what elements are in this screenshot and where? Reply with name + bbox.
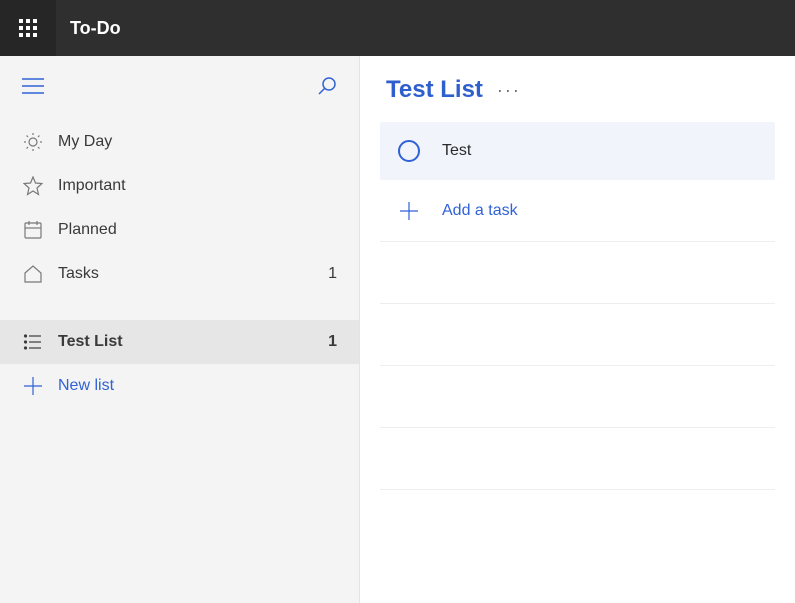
sidebar-top <box>0 56 359 120</box>
empty-row <box>380 242 775 304</box>
sidebar-item-my-day[interactable]: My Day <box>0 120 359 164</box>
empty-row <box>380 304 775 366</box>
app-body: My Day Important Planned <box>0 56 795 603</box>
main-content: Test List ··· Test Add a task <box>360 56 795 603</box>
sidebar-item-label: Planned <box>58 221 337 239</box>
calendar-icon <box>22 220 44 240</box>
sidebar-item-important[interactable]: Important <box>0 164 359 208</box>
app-header: To-Do <box>0 0 795 56</box>
sidebar-item-label: Important <box>58 177 337 195</box>
sidebar-item-planned[interactable]: Planned <box>0 208 359 252</box>
add-task-button[interactable]: Add a task <box>380 180 775 242</box>
task-title: Test <box>442 142 471 160</box>
sidebar-item-count: 1 <box>328 265 337 283</box>
plus-icon <box>398 202 420 220</box>
new-list-button[interactable]: New list <box>0 364 359 408</box>
hamburger-icon <box>22 78 44 94</box>
sidebar: My Day Important Planned <box>0 56 360 603</box>
task-complete-checkbox[interactable] <box>398 140 420 162</box>
add-task-label: Add a task <box>442 202 518 220</box>
star-icon <box>22 176 44 196</box>
sidebar-item-tasks[interactable]: Tasks 1 <box>0 252 359 296</box>
list-icon <box>22 332 44 352</box>
sidebar-item-label: My Day <box>58 133 337 151</box>
list-header: Test List ··· <box>380 76 775 122</box>
task-row[interactable]: Test <box>380 122 775 180</box>
plus-icon <box>22 377 44 395</box>
list-title[interactable]: Test List <box>386 76 483 104</box>
new-list-label: New list <box>58 377 114 395</box>
sidebar-item-test-list[interactable]: Test List 1 <box>0 320 359 364</box>
sidebar-item-label: Test List <box>58 333 328 351</box>
search-icon <box>317 76 337 96</box>
search-button[interactable] <box>317 76 337 101</box>
app-launcher-button[interactable] <box>0 0 56 56</box>
sidebar-item-label: Tasks <box>58 265 328 283</box>
sidebar-divider <box>0 296 359 320</box>
ellipsis-icon: ··· <box>497 80 521 100</box>
list-menu-button[interactable]: ··· <box>497 80 521 101</box>
empty-row <box>380 366 775 428</box>
waffle-icon <box>19 19 37 37</box>
app-title: To-Do <box>70 18 121 39</box>
sidebar-item-count: 1 <box>328 333 337 351</box>
sun-icon <box>22 132 44 152</box>
empty-row <box>380 428 775 490</box>
hamburger-button[interactable] <box>22 78 44 99</box>
home-icon <box>22 264 44 284</box>
